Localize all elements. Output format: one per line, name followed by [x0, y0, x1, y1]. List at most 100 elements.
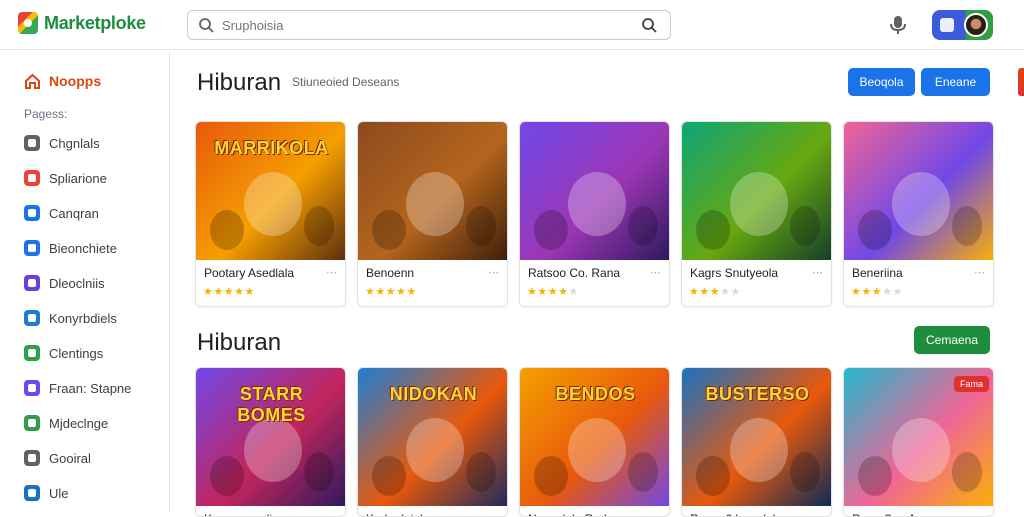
more-options-icon[interactable]: ⋯ — [812, 266, 823, 279]
section-action-button[interactable]: Beoqola — [848, 68, 915, 96]
game-card[interactable]: Fama Rooe San Aann — [843, 367, 994, 517]
game-card[interactable]: BUSTERSO Reme 6 lacoslal — [681, 367, 832, 517]
game-card[interactable]: BENDOS Nonoclolo Rad — [519, 367, 670, 517]
star-icon: ★ — [547, 286, 559, 298]
game-thumbnail[interactable] — [520, 122, 669, 260]
star-icon: ★ — [365, 286, 376, 298]
sidebar-item-label: Fraan: Stapne — [49, 380, 132, 396]
more-options-icon[interactable]: ⋯ — [650, 266, 661, 279]
sidebar-item-label: Canqran — [49, 205, 99, 221]
game-thumbnail[interactable]: MARRIKOLA — [196, 122, 345, 260]
star-icon: ★ — [213, 286, 224, 298]
game-thumbnail[interactable]: NIDOKAN — [358, 368, 507, 506]
sidebar-item[interactable]: Clentings — [24, 345, 103, 361]
profile-button[interactable] — [932, 10, 993, 40]
game-card[interactable]: Benoenn ⋯ ★★★★★ — [357, 121, 508, 307]
character-illustration — [568, 418, 626, 482]
game-thumbnail[interactable]: Fama — [844, 368, 993, 506]
star-icon: ★ — [699, 286, 710, 298]
microphone-icon[interactable] — [888, 14, 908, 36]
character-illustration — [466, 206, 496, 246]
character-illustration — [790, 452, 820, 492]
search-submit-icon[interactable] — [641, 17, 658, 34]
chat-icon — [24, 135, 40, 151]
section-secondary-button[interactable]: Eneane — [921, 68, 990, 96]
game-thumbnail[interactable] — [682, 122, 831, 260]
sidebar-item[interactable]: Dleoclniis — [24, 275, 105, 291]
more-options-icon[interactable]: ⋯ — [974, 266, 985, 279]
search-icon — [199, 18, 214, 33]
game-card[interactable]: NIDOKAN Karkerleiels — [357, 367, 508, 517]
game-thumbnail[interactable]: STARR BOMES — [196, 368, 345, 506]
sidebar-item[interactable]: Chgnlals — [24, 135, 100, 151]
search-bar[interactable] — [187, 10, 671, 40]
character-illustration — [790, 206, 820, 246]
game-logo-text: BUSTERSO — [705, 384, 810, 404]
character-illustration — [858, 456, 892, 496]
star-icon: ★ — [223, 286, 235, 298]
game-title: Benoenn — [366, 266, 415, 280]
character-illustration — [210, 210, 244, 250]
star-icon: ★ — [851, 286, 862, 298]
rating-stars: ★★★★★ — [851, 285, 903, 298]
sidebar-item-home[interactable]: Noopps — [24, 73, 101, 89]
rating-stars: ★★★★★ — [203, 285, 255, 298]
more-options-icon[interactable]: ⋯ — [488, 266, 499, 279]
game-card[interactable]: Beneriina ⋯ ★★★★★ — [843, 121, 994, 307]
game-title: Kagrs Snutyeola — [690, 266, 779, 280]
sidebar-section-label: Pagess: — [24, 107, 68, 121]
character-illustration — [466, 452, 496, 492]
character-illustration — [406, 172, 464, 236]
game-logo-text: MARRIKOLA — [214, 138, 329, 158]
star-icon: ★ — [709, 286, 721, 298]
sidebar-item[interactable]: Konyrbdiels — [24, 310, 117, 326]
sidebar-item-label: Clentings — [49, 345, 104, 361]
game-logo-text: STARR BOMES — [237, 384, 306, 425]
sidebar-item-label: Dleoclniis — [49, 275, 105, 291]
character-illustration — [534, 456, 568, 496]
game-thumbnail[interactable] — [358, 122, 507, 260]
game-logo-text: NIDOKAN — [389, 384, 478, 404]
character-illustration — [304, 452, 334, 492]
section-action-button[interactable]: Cemaena — [914, 326, 990, 354]
avatar — [964, 13, 988, 37]
sidebar-item-label: Ule — [49, 485, 69, 501]
game-card[interactable]: STARR BOMES Kaouerernelin — [195, 367, 346, 517]
game-card[interactable]: Ratsoo Co. Rana ⋯ ★★★★★ — [519, 121, 670, 307]
character-illustration — [244, 418, 302, 482]
sidebar-item[interactable]: Mjdeclnge — [24, 415, 108, 431]
character-illustration — [568, 172, 626, 236]
search-input[interactable] — [222, 15, 602, 35]
game-thumbnail[interactable]: BUSTERSO — [682, 368, 831, 506]
list-icon — [24, 345, 40, 361]
more-options-icon[interactable]: ⋯ — [326, 266, 337, 279]
game-thumbnail[interactable]: BENDOS — [520, 368, 669, 506]
home-icon — [25, 73, 40, 89]
game-title: Ratsoo Co. Rana — [528, 266, 621, 280]
game-thumbnail[interactable] — [844, 122, 993, 260]
character-illustration — [858, 210, 892, 250]
game-title: Rooe San Aann — [852, 512, 936, 516]
app-logo[interactable]: Marketploke — [18, 12, 146, 34]
sidebar-item[interactable]: Bieonchiete — [24, 240, 117, 256]
sidebar-item[interactable]: Canqran — [24, 205, 99, 221]
sidebar-item[interactable]: Gooiral — [24, 450, 91, 466]
account-badge-icon — [940, 18, 954, 32]
sidebar-item[interactable]: Spliarione — [24, 170, 107, 186]
star-icon: ★ — [568, 286, 579, 298]
sidebar-item-label: Konyrbdiels — [49, 310, 117, 326]
character-illustration — [952, 206, 982, 246]
sidebar-item[interactable]: Fraan: Stapne — [24, 380, 131, 396]
character-illustration — [952, 452, 982, 492]
character-illustration — [244, 172, 302, 236]
marketplace-logo-icon — [18, 12, 38, 34]
character-illustration — [892, 418, 950, 482]
star-icon: ★ — [871, 286, 883, 298]
game-card[interactable]: MARRIKOLA Pootary Asedlala ⋯ ★★★★★ — [195, 121, 346, 307]
star-icon: ★ — [558, 286, 569, 298]
sidebar-item[interactable]: Ule — [24, 485, 69, 501]
character-illustration — [628, 452, 658, 492]
game-title: Reme 6 lacoslal — [690, 512, 775, 516]
game-card[interactable]: Kagrs Snutyeola ⋯ ★★★★★ — [681, 121, 832, 307]
star-icon: ★ — [892, 286, 903, 298]
